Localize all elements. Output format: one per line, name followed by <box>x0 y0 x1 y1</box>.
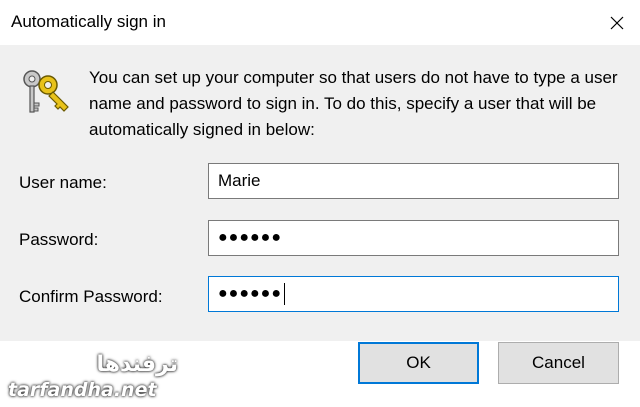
watermark-latin: tarfandha.net <box>8 379 157 401</box>
password-field[interactable]: ●●●●●● <box>208 220 619 256</box>
close-button[interactable] <box>594 0 640 45</box>
password-label: Password: <box>19 230 99 249</box>
text-caret <box>283 283 285 305</box>
password-value: ●●●●●● <box>218 229 282 246</box>
watermark-arabic: ترفندها <box>96 352 178 377</box>
confirm-password-value: ●●●●●● <box>218 285 282 302</box>
description-text: You can set up your computer so that use… <box>89 68 618 139</box>
cancel-button[interactable]: Cancel <box>498 342 619 384</box>
close-icon <box>610 16 624 29</box>
username-field[interactable]: Marie <box>208 163 619 199</box>
watermark: ترفندها tarfandha.net <box>8 352 178 402</box>
confirm-password-label: Confirm Password: <box>19 287 163 306</box>
window-title: Automatically sign in <box>11 12 166 31</box>
title-bar: Automatically sign in <box>0 0 640 45</box>
keys-icon <box>23 70 69 113</box>
ok-button[interactable]: OK <box>358 342 479 384</box>
confirm-password-field[interactable]: ●●●●●● <box>208 276 619 312</box>
username-label: User name: <box>19 173 107 192</box>
username-value: Marie <box>218 171 261 190</box>
